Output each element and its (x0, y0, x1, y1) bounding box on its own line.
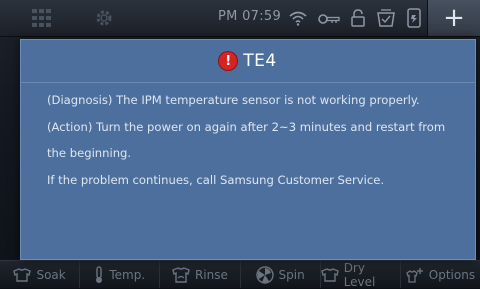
washer-screen: PM 07:59 + Soak Temp. Rinse Spin Dry Lev… (0, 0, 480, 289)
error-code-title: TE4 (243, 51, 277, 71)
soak-icon (13, 267, 32, 282)
tab-options[interactable]: Options (401, 261, 480, 288)
lock-icon (350, 9, 366, 31)
rinse-icon (172, 266, 190, 283)
key-icon (318, 11, 340, 30)
tab-dry-level[interactable]: Dry Level (320, 260, 401, 289)
thermometer-icon (94, 265, 104, 284)
tab-options-label: Options (428, 267, 476, 282)
grid-icon[interactable] (30, 6, 54, 30)
tab-soak-label: Soak (36, 267, 66, 282)
dialog-header: ! TE4 (21, 40, 475, 83)
options-icon (406, 267, 424, 283)
status-icons (288, 8, 422, 32)
error-dialog[interactable]: ! TE4 (Diagnosis) The IPM temperature se… (20, 39, 476, 260)
bottom-tab-bar: Soak Temp. Rinse Spin Dry Level Options (0, 260, 480, 289)
tab-temp[interactable]: Temp. (80, 261, 161, 288)
tab-dry-level-label: Dry Level (343, 260, 376, 289)
spin-icon (255, 265, 274, 284)
plus-button[interactable]: + (427, 0, 480, 36)
tab-spin-label: Spin (278, 267, 305, 282)
clock-time: PM 07:59 (218, 9, 282, 24)
tab-temp-label: Temp. (109, 267, 146, 282)
wifi-icon (288, 10, 308, 30)
action-line-continued: the beginning. (47, 146, 132, 160)
warning-icon: ! (219, 52, 238, 70)
dry-level-icon (320, 267, 339, 282)
dialog-message: (Diagnosis) The IPM temperature sensor i… (47, 87, 457, 193)
phone-icon (406, 8, 422, 32)
action-line: (Action) Turn the power on again after 2… (47, 119, 446, 134)
basket-icon (376, 9, 396, 31)
tab-soak[interactable]: Soak (0, 261, 81, 288)
tab-rinse[interactable]: Rinse (160, 261, 241, 288)
tab-spin[interactable]: Spin (241, 261, 321, 288)
service-line: If the problem continues, call Samsung C… (47, 172, 385, 187)
gear-icon[interactable] (92, 6, 116, 30)
status-bar: PM 07:59 + (0, 0, 480, 37)
diagnosis-line: (Diagnosis) The IPM temperature sensor i… (47, 93, 420, 107)
tab-rinse-label: Rinse (194, 267, 228, 282)
